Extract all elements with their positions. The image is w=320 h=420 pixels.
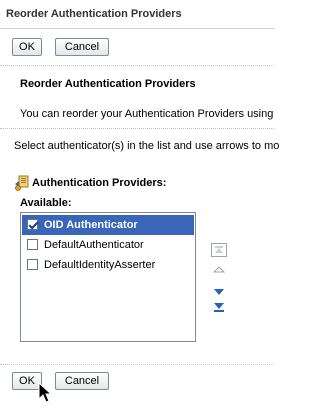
cancel-button-top[interactable]: Cancel <box>55 38 109 56</box>
checkbox[interactable] <box>27 259 38 270</box>
list-item-default-identity-asserter[interactable]: DefaultIdentityAsserter <box>22 255 194 275</box>
available-label: Available: <box>20 197 72 209</box>
move-to-bottom-icon[interactable] <box>211 300 227 314</box>
available-providers-list[interactable]: OID Authenticator DefaultAuthenticator D… <box>20 212 196 342</box>
section-heading: Reorder Authentication Providers <box>20 78 196 90</box>
move-to-top-icon[interactable] <box>211 243 227 257</box>
list-item-default-authenticator[interactable]: DefaultAuthenticator <box>22 235 194 255</box>
checkbox[interactable] <box>27 219 38 230</box>
list-item-label: DefaultAuthenticator <box>44 239 144 251</box>
list-item-label: DefaultIdentityAsserter <box>44 259 156 271</box>
divider <box>0 65 274 66</box>
move-down-icon[interactable] <box>211 285 227 299</box>
checkbox[interactable] <box>27 239 38 250</box>
move-up-icon[interactable] <box>211 262 227 276</box>
instruction-text: Select authenticator(s) in the list and … <box>14 140 280 152</box>
list-item-label: OID Authenticator <box>44 219 138 231</box>
divider <box>0 128 274 129</box>
dialog-title-bar: Reorder Authentication Providers <box>0 0 274 29</box>
divider <box>0 364 274 365</box>
section-description: You can reorder your Authentication Prov… <box>20 108 274 120</box>
dialog-title: Reorder Authentication Providers <box>6 8 182 20</box>
providers-title: Authentication Providers: <box>32 177 167 189</box>
list-item-oid-authenticator[interactable]: OID Authenticator <box>22 215 194 235</box>
authentication-providers-icon <box>14 175 30 191</box>
mouse-pointer-icon <box>38 381 53 407</box>
ok-button-top[interactable]: OK <box>12 38 42 56</box>
cancel-button-bottom[interactable]: Cancel <box>55 372 109 390</box>
